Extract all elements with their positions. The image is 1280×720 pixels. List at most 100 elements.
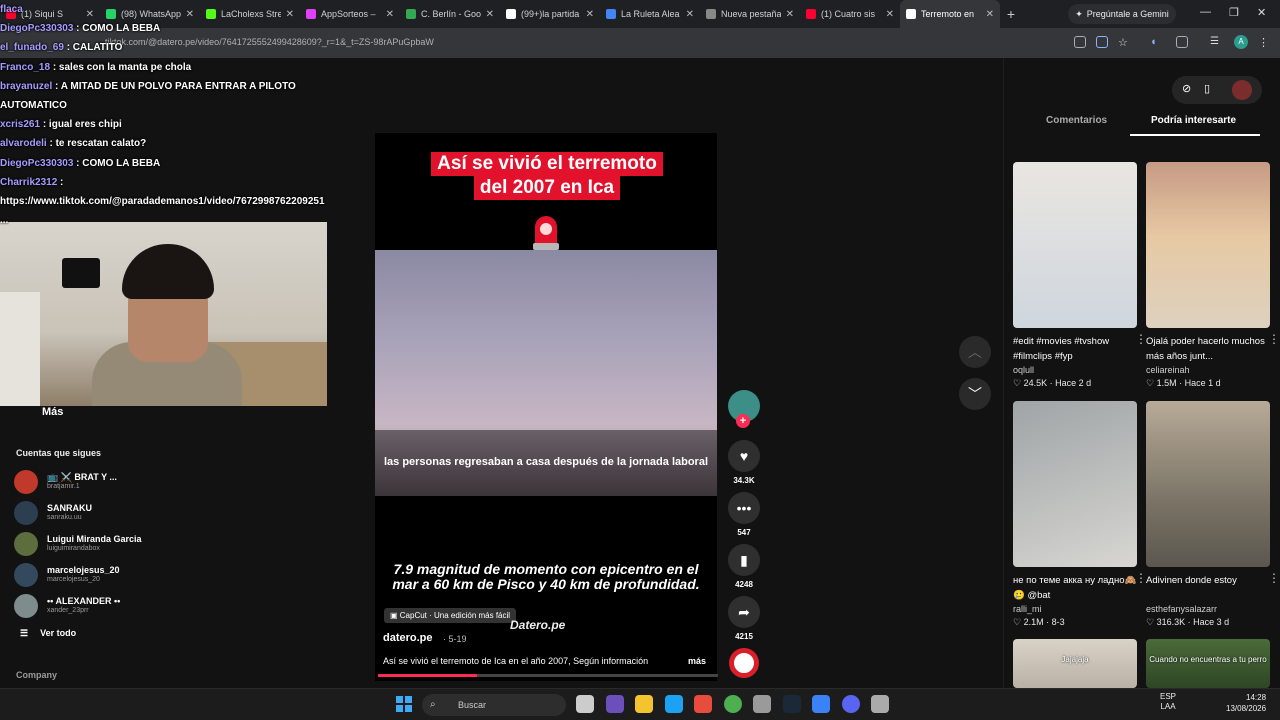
see-all-link[interactable]: ☰ Ver todo bbox=[20, 628, 76, 639]
like-action[interactable]: ♥ 34.3K bbox=[728, 440, 760, 485]
save-action[interactable]: ▮ 4248 bbox=[728, 544, 760, 589]
close-tab-icon[interactable]: ✕ bbox=[786, 9, 794, 20]
comment-action[interactable]: ••• 547 bbox=[728, 492, 760, 537]
video-thumbnail[interactable] bbox=[1013, 162, 1137, 328]
windows-start-icon[interactable] bbox=[396, 696, 412, 712]
close-tab-icon[interactable]: ✕ bbox=[486, 9, 494, 20]
video-thumbnail[interactable] bbox=[1146, 162, 1270, 328]
file-explorer-icon[interactable] bbox=[635, 695, 653, 713]
suggested-video-card[interactable]: Ojalá poder hacerlo muchos más años junt… bbox=[1146, 162, 1280, 389]
translate-icon[interactable] bbox=[1074, 36, 1086, 48]
card-menu-icon[interactable]: ⋮ bbox=[1268, 332, 1280, 346]
device-icon[interactable]: ▯ bbox=[1204, 82, 1210, 95]
close-tab-icon[interactable]: ✕ bbox=[986, 9, 994, 20]
video-progress-bar[interactable] bbox=[378, 674, 718, 677]
close-tab-icon[interactable]: ✕ bbox=[386, 9, 394, 20]
store-icon[interactable] bbox=[694, 695, 712, 713]
app-icon[interactable] bbox=[812, 695, 830, 713]
next-video-button[interactable]: ﹀ bbox=[959, 378, 991, 410]
chrome-icon[interactable] bbox=[723, 695, 742, 713]
card-user[interactable]: celiareinah bbox=[1146, 365, 1270, 375]
like-count: 34.3K bbox=[733, 476, 755, 485]
suggested-video-card[interactable]: Jajajaja bbox=[1013, 639, 1137, 688]
taskbar-clock[interactable]: 14:28 13/08/2026 bbox=[1226, 692, 1266, 714]
chat-message: Franco_18 : sales con la manta pe chola bbox=[0, 58, 330, 77]
minimize-button[interactable]: — bbox=[1200, 6, 1211, 18]
nav-more[interactable]: Más bbox=[42, 406, 63, 418]
card-user[interactable]: oqlull bbox=[1013, 365, 1137, 375]
video-thumbnail[interactable] bbox=[1146, 401, 1270, 567]
chat-message: https://www.tiktok.com/@paradademanos1/v… bbox=[0, 192, 330, 230]
capcut-badge[interactable]: ▣ CapCut · Una edición más fácil bbox=[384, 608, 517, 623]
browser-tab[interactable]: C. Berlín - Goo ✕ bbox=[400, 0, 500, 28]
video-thumbnail[interactable] bbox=[1013, 401, 1137, 567]
discord-icon[interactable] bbox=[841, 695, 860, 713]
followed-account[interactable]: Luigui Miranda Garcia luiguimirandabox bbox=[14, 532, 184, 558]
card-time: 8-3 bbox=[1051, 617, 1065, 627]
close-tab-icon[interactable]: ✕ bbox=[586, 9, 594, 20]
close-tab-icon[interactable]: ✕ bbox=[886, 9, 894, 20]
audio-icon[interactable]: ◖ bbox=[1150, 36, 1162, 48]
chat-user: flaca bbox=[0, 4, 23, 15]
browser-tab[interactable]: La Ruleta Alea ✕ bbox=[600, 0, 700, 28]
followed-account[interactable]: 📺 ⚔️ BRAT Y ... bratjamir.1 bbox=[14, 470, 184, 496]
steam-icon[interactable] bbox=[782, 695, 801, 713]
close-tab-icon[interactable]: ✕ bbox=[686, 9, 694, 20]
tab-comments[interactable]: Comentarios bbox=[1046, 115, 1107, 126]
chat-text: : CALATITO bbox=[66, 42, 123, 54]
more-link[interactable]: más bbox=[688, 656, 706, 666]
profile-avatar[interactable]: A bbox=[1234, 35, 1248, 49]
company-heading[interactable]: Company bbox=[16, 670, 57, 680]
bookmark-star-icon[interactable]: ☆ bbox=[1118, 36, 1130, 49]
suggested-video-card[interactable]: Adivinen donde estoy esthefanysalazarr ♡ 3… bbox=[1146, 401, 1280, 628]
card-title: #edit #movies #tvshow #filmclips #fyp bbox=[1013, 336, 1110, 362]
video-subtitle: las personas regresaban a casa después d… bbox=[383, 456, 709, 468]
browser-tab[interactable]: Nueva pestaña ✕ bbox=[700, 0, 800, 28]
music-disc-icon[interactable] bbox=[729, 648, 759, 678]
account-name: marcelojesus_20 bbox=[47, 565, 120, 575]
extensions-icon[interactable] bbox=[1176, 36, 1188, 48]
chat-message: Charrik2312 : bbox=[0, 173, 330, 192]
previous-video-button[interactable]: ︿ bbox=[959, 336, 991, 368]
screenshot-icon[interactable] bbox=[1096, 36, 1108, 48]
chat-message: flaca bbox=[0, 0, 330, 19]
follow-plus-button[interactable]: + bbox=[736, 414, 750, 428]
card-likes: 2.1M bbox=[1023, 617, 1044, 627]
card-user[interactable]: esthefanysalazarr bbox=[1146, 604, 1270, 614]
search-icon: ⌕ bbox=[430, 699, 436, 710]
taskbar-search[interactable]: ⌕ Buscar bbox=[422, 694, 566, 716]
edge-icon[interactable] bbox=[664, 695, 683, 713]
misc-app-icon[interactable] bbox=[871, 695, 889, 713]
obs-icon[interactable] bbox=[753, 695, 771, 713]
card-menu-icon[interactable]: ⋮ bbox=[1268, 571, 1280, 585]
card-user[interactable]: ralli_mi bbox=[1013, 604, 1137, 614]
menu-icon[interactable]: ⋮ bbox=[1258, 36, 1270, 49]
maximize-button[interactable]: ❐ bbox=[1229, 6, 1239, 19]
new-tab-button[interactable]: + bbox=[1000, 6, 1022, 22]
video-author[interactable]: datero.pe bbox=[383, 632, 433, 644]
browser-tab[interactable]: (1) Cuatro sis ✕ bbox=[800, 0, 900, 28]
tab-suggested[interactable]: Podría interesarte bbox=[1151, 115, 1236, 126]
account-handle: sanraku.uu bbox=[47, 514, 82, 521]
browser-tab[interactable]: Terremoto en ✕ bbox=[900, 0, 1000, 28]
user-avatar[interactable] bbox=[1232, 80, 1252, 100]
followed-account[interactable]: marcelojesus_20 marcelojesus_20 bbox=[14, 563, 184, 589]
task-view-icon[interactable] bbox=[576, 695, 594, 713]
sparkle-icon: ✦ bbox=[1075, 8, 1083, 19]
coin-icon[interactable]: ⊘ bbox=[1182, 82, 1191, 95]
video-date: · 5-19 bbox=[443, 634, 467, 644]
suggested-video-card[interactable]: не по теме акка ну ладно🙈🥲 @bat ralli_mi ♡… bbox=[1013, 401, 1147, 628]
card-title: Adivinen donde estoy bbox=[1146, 575, 1237, 586]
downloads-icon[interactable]: ☰ bbox=[1210, 36, 1222, 48]
share-action[interactable]: ➦ 4215 bbox=[728, 596, 760, 641]
close-window-button[interactable]: ✕ bbox=[1257, 6, 1266, 19]
capcut-label: CapCut · Una edición más fácil bbox=[399, 611, 511, 620]
followed-account[interactable]: •• ALEXANDER •• xander_23prr bbox=[14, 594, 184, 620]
gemini-button[interactable]: ✦ Pregúntale a Gemini bbox=[1068, 4, 1176, 24]
followed-account[interactable]: SANRAKU sanraku.uu bbox=[14, 501, 184, 527]
copilot-icon[interactable] bbox=[605, 695, 624, 713]
browser-tab[interactable]: (99+)la partida ✕ bbox=[500, 0, 600, 28]
suggested-video-card[interactable]: Cuando no encuentras a tu perro bbox=[1146, 639, 1270, 688]
suggested-video-card[interactable]: #edit #movies #tvshow #filmclips #fyp oql… bbox=[1013, 162, 1147, 389]
language-indicator[interactable]: ESP LAA bbox=[1160, 692, 1176, 712]
